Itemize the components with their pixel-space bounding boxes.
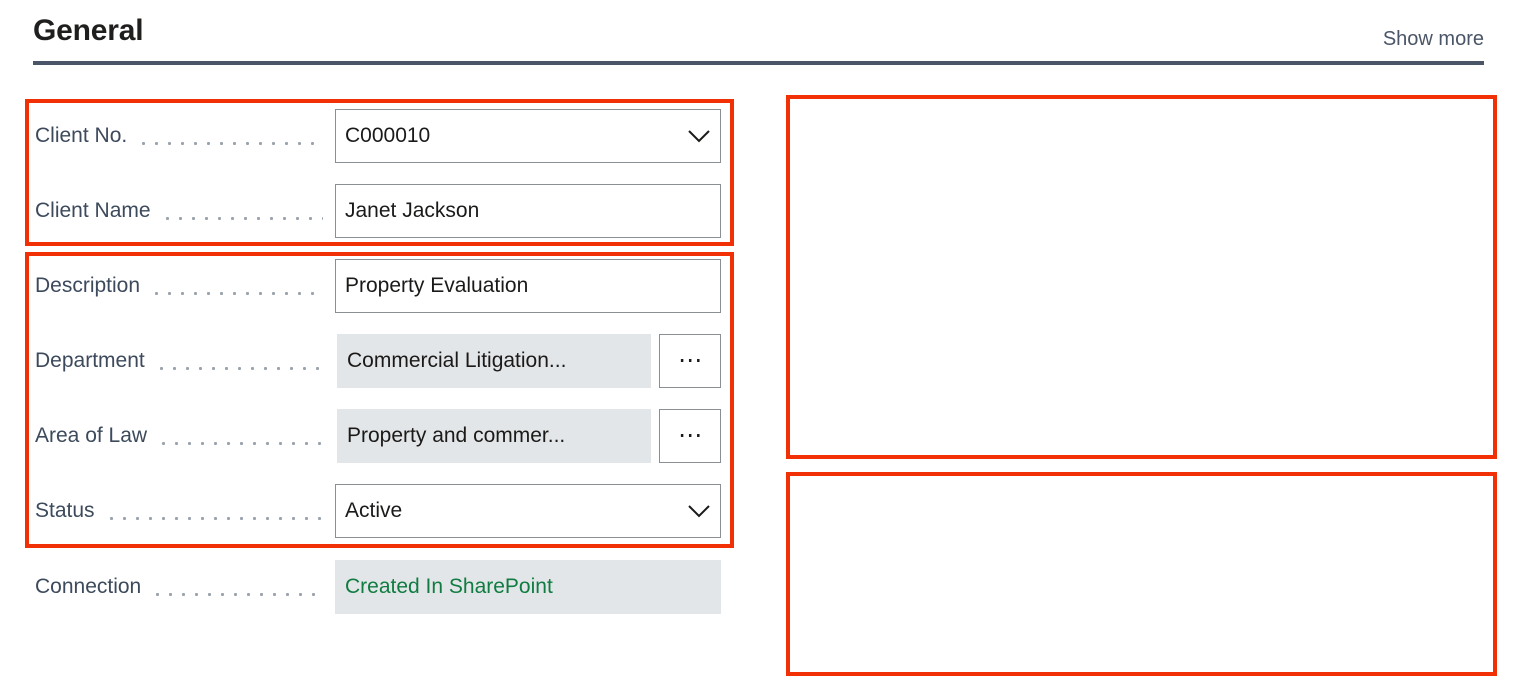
- description-input[interactable]: Property Evaluation: [335, 259, 721, 313]
- ellipsis-icon: ⋯: [678, 422, 705, 449]
- field-label-connection: Connection: [35, 575, 142, 598]
- field-row-description: Description Property Evaluation: [35, 257, 721, 315]
- field-label-client-name: Client Name: [35, 199, 151, 222]
- area-of-law-value: Property and commer...: [347, 424, 566, 447]
- field-label-client-no: Client No.: [35, 124, 128, 147]
- field-row-status: Status Active: [35, 482, 721, 540]
- field-row-connection: Connection Created In SharePoint: [35, 558, 721, 616]
- field-row-department: Department Commercial Litigation... ⋯: [35, 332, 721, 390]
- field-label-area-of-law: Area of Law: [35, 424, 148, 447]
- field-row-client-name: Client Name Janet Jackson: [35, 182, 721, 240]
- field-row-client-no: Client No. C000010: [35, 107, 721, 165]
- field-label-department: Department: [35, 349, 145, 372]
- left-column: Client No. C000010 Client Name Janet Jac…: [0, 0, 760, 686]
- field-label-status: Status: [35, 499, 95, 522]
- chevron-down-icon[interactable]: [678, 129, 720, 143]
- right-column: Responsibility Team ⋯ Manager Katya Mele…: [760, 0, 1516, 686]
- field-label-description: Description: [35, 274, 141, 297]
- connection-input[interactable]: Created In SharePoint: [335, 560, 721, 614]
- chevron-down-icon[interactable]: [678, 504, 720, 518]
- leader-dots: [160, 200, 323, 222]
- client-no-value: C000010: [345, 124, 431, 147]
- client-name-value: Janet Jackson: [345, 199, 480, 222]
- status-dropdown[interactable]: Active: [335, 484, 721, 538]
- department-input[interactable]: Commercial Litigation...: [337, 334, 651, 388]
- department-lookup-button[interactable]: ⋯: [659, 334, 721, 388]
- ellipsis-icon: ⋯: [678, 347, 705, 374]
- field-row-area-of-law: Area of Law Property and commer... ⋯: [35, 407, 721, 465]
- leader-dots: [137, 125, 323, 147]
- area-of-law-input[interactable]: Property and commer...: [337, 409, 651, 463]
- area-of-law-lookup-button[interactable]: ⋯: [659, 409, 721, 463]
- description-value: Property Evaluation: [345, 274, 529, 297]
- client-no-dropdown[interactable]: C000010: [335, 109, 721, 163]
- department-value: Commercial Litigation...: [347, 349, 567, 372]
- connection-value: Created In SharePoint: [345, 575, 553, 598]
- client-name-input[interactable]: Janet Jackson: [335, 184, 721, 238]
- leader-dots: [151, 576, 323, 598]
- status-value: Active: [345, 499, 403, 522]
- leader-dots: [150, 275, 323, 297]
- leader-dots: [157, 425, 325, 447]
- leader-dots: [104, 500, 323, 522]
- leader-dots: [154, 350, 325, 372]
